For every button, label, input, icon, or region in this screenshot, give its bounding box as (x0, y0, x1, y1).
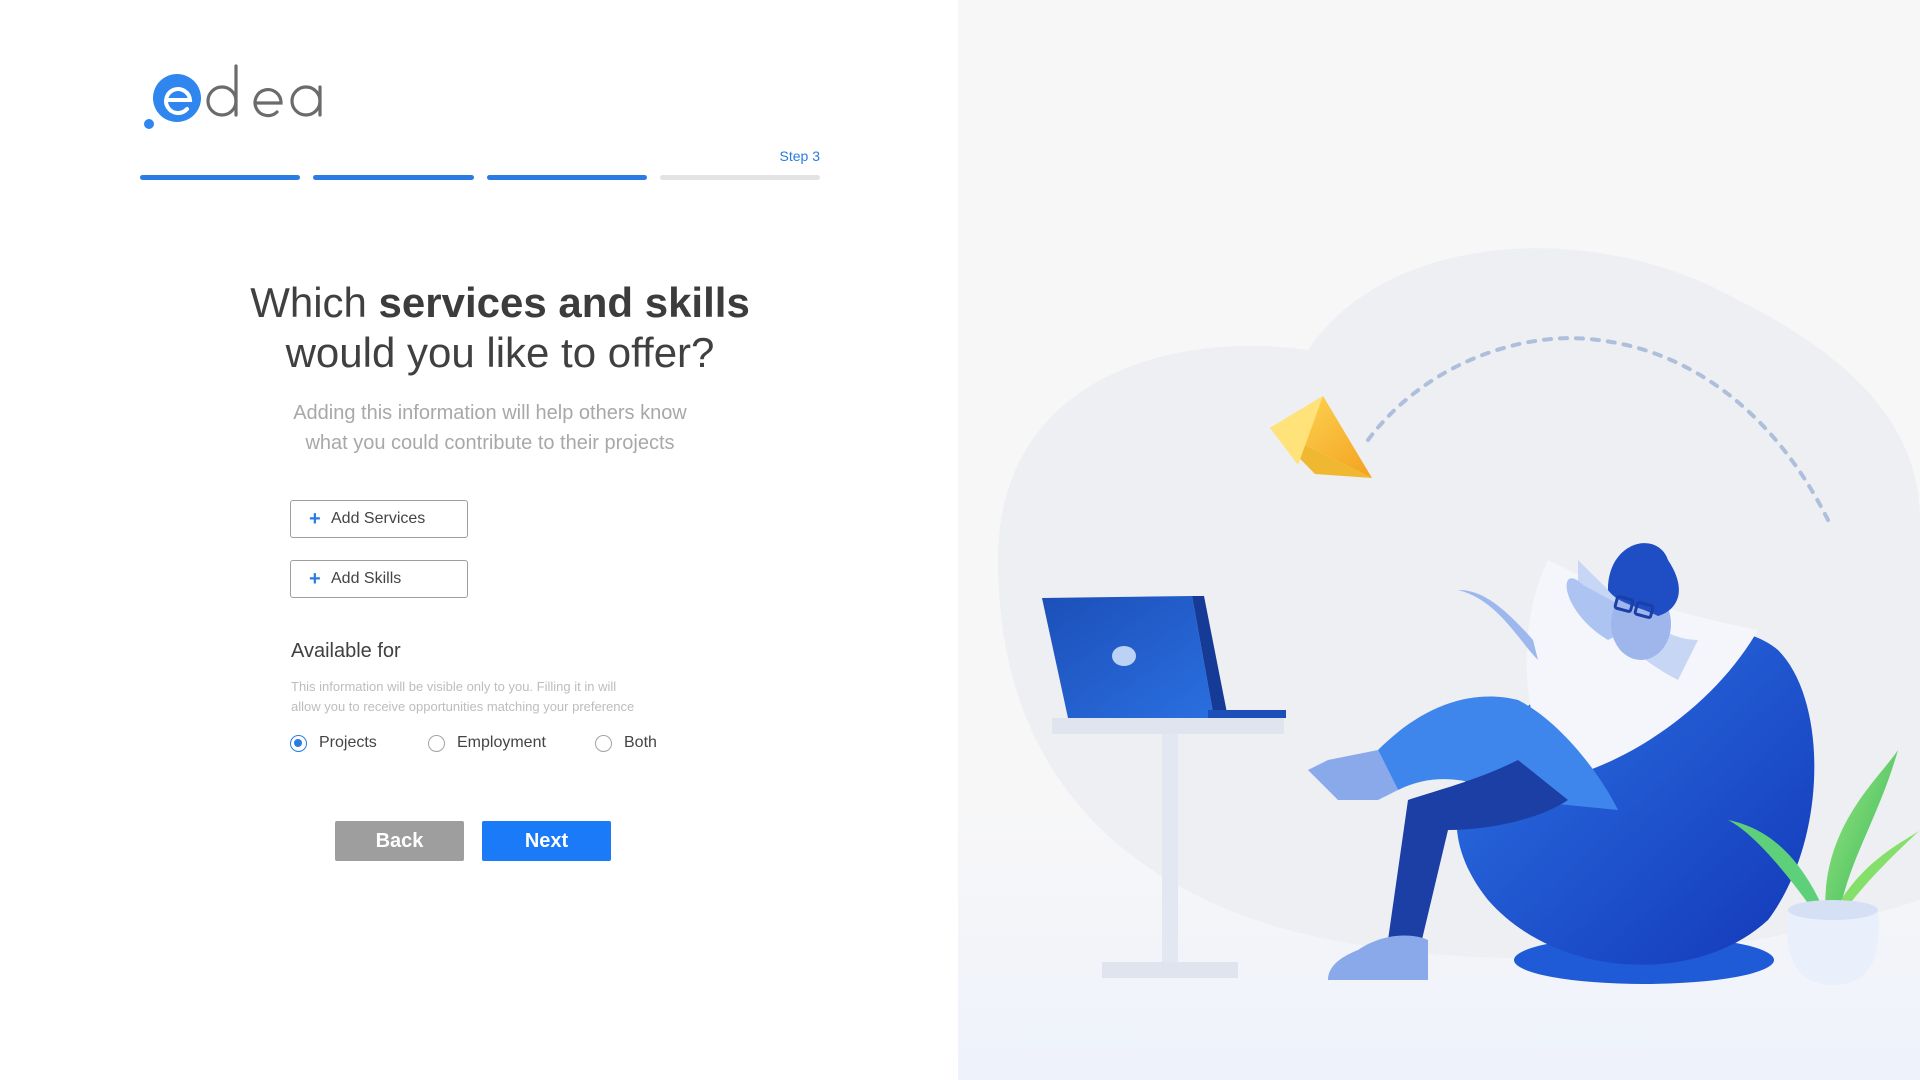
edea-logo (144, 64, 322, 129)
subtitle-line-1: Adding this information will help others… (293, 402, 687, 424)
illustration-panel (958, 0, 1920, 1080)
note-line-1: This information will be visible only to… (291, 679, 617, 694)
back-button[interactable]: Back (335, 821, 464, 861)
relaxing-person-illustration (998, 248, 1920, 985)
progress-segment-2 (313, 175, 474, 180)
page-subtitle: Adding this information will help others… (240, 398, 740, 458)
progress-segment-4 (659, 175, 820, 180)
title-prefix: Which (250, 279, 379, 326)
progress-bar (140, 175, 820, 180)
note-line-2: allow you to receive opportunities match… (291, 699, 635, 714)
available-for-title: Available for (291, 640, 401, 662)
radio-both[interactable]: Both (595, 734, 657, 752)
radio-projects-label: Projects (319, 734, 377, 751)
progress-segment-1 (140, 175, 301, 180)
step-indicator: Step 3 (779, 148, 820, 164)
title-emphasis: services and skills (378, 279, 750, 326)
subtitle-line-2: what you could contribute to their proje… (305, 432, 675, 454)
radio-employment-label: Employment (457, 734, 546, 751)
radio-unselected-icon (595, 734, 612, 752)
radio-both-label: Both (624, 734, 657, 751)
radio-employment[interactable]: Employment (428, 734, 546, 752)
progress-segment-3 (486, 175, 647, 180)
page-title: Which services and skills would you like… (200, 278, 800, 378)
next-button[interactable]: Next (482, 821, 611, 861)
add-services-button[interactable]: + Add Services (290, 500, 468, 538)
form-panel: Step 3 Which services and skills would y… (0, 0, 958, 1080)
add-skills-button[interactable]: + Add Skills (290, 560, 468, 598)
plus-icon: + (309, 508, 321, 530)
title-line-2: would you like to offer? (285, 329, 715, 376)
radio-projects[interactable]: Projects (290, 734, 377, 752)
radio-unselected-icon (428, 734, 445, 752)
radio-selected-icon (290, 734, 307, 752)
add-services-label: Add Services (331, 510, 426, 527)
available-for-note: This information will be visible only to… (291, 677, 691, 717)
plus-icon: + (309, 568, 321, 590)
add-skills-label: Add Skills (331, 570, 402, 587)
